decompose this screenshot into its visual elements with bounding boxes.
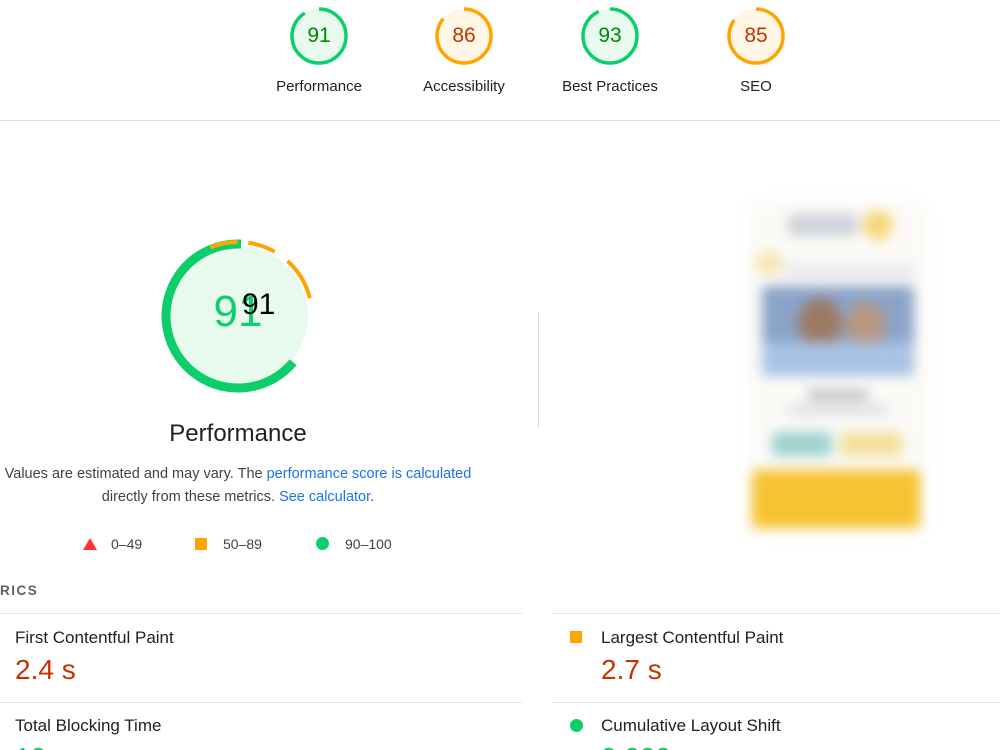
legend-average-label: 50–89 — [223, 536, 262, 552]
page-screenshot-thumbnail[interactable] — [748, 202, 926, 534]
performance-score-overlay: 91 — [242, 288, 276, 321]
gauge-performance-score: 91 — [307, 24, 331, 47]
metric-fcp-title: First Contentful Paint — [15, 628, 174, 647]
metric-lcp-title: Largest Contentful Paint — [601, 628, 784, 647]
metric-rule-right-2 — [552, 702, 1000, 703]
see-calculator-link[interactable]: See calculator — [279, 489, 370, 505]
metric-cls: Cumulative Layout Shift 0.009 — [570, 716, 781, 750]
gauge-accessibility-score: 86 — [452, 24, 476, 47]
metric-tbt-value: 10 ms — [15, 742, 161, 750]
category-scores-bar: 91 Performance 86 Accessibility 93 Best … — [0, 0, 1000, 121]
metrics-section-header: RICS — [0, 583, 39, 598]
fail-triangle-icon — [83, 538, 97, 550]
metric-lcp: Largest Contentful Paint 2.7 s — [570, 628, 784, 686]
metric-cls-value: 0.009 — [601, 742, 781, 750]
gauge-accessibility[interactable]: 86 Accessibility — [404, 6, 524, 95]
legend-pass-label: 90–100 — [345, 536, 392, 552]
desc-text-2: directly from these metrics. — [101, 489, 280, 505]
metric-tbt-title: Total Blocking Time — [15, 716, 162, 735]
legend-fail-label: 0–49 — [111, 536, 143, 552]
gauge-accessibility-label: Accessibility — [423, 78, 505, 95]
gauge-performance-label: Performance — [276, 78, 362, 95]
legend-pass: 90–100 — [316, 536, 392, 552]
metric-cls-title: Cumulative Layout Shift — [601, 716, 781, 735]
desc-text-1: Values are estimated and may vary. The — [4, 466, 267, 482]
metric-rule-left-1 — [0, 613, 522, 614]
metric-lcp-value: 2.7 s — [601, 654, 662, 685]
average-square-icon — [570, 631, 582, 643]
desc-text-end: . — [370, 489, 375, 505]
metric-fcp: First Contentful Paint 2.4 s — [15, 628, 174, 686]
gauge-seo[interactable]: 85 SEO — [696, 6, 816, 95]
legend-fail: 0–49 — [83, 536, 142, 552]
gauge-best-practices-score: 93 — [598, 24, 622, 47]
metric-rule-right-1 — [552, 613, 1000, 614]
performance-description: Values are estimated and may vary. The p… — [0, 463, 496, 509]
performance-score-background: 91 — [213, 287, 263, 336]
average-square-icon — [195, 538, 207, 550]
performance-gauge-large: 91 91 — [160, 238, 316, 394]
legend-average: 50–89 — [195, 536, 262, 552]
performance-title: Performance — [169, 420, 307, 447]
metric-fcp-value: 2.4 s — [15, 654, 76, 685]
gauge-seo-score: 85 — [744, 24, 768, 47]
metric-rule-left-2 — [0, 702, 522, 703]
pass-circle-icon — [570, 719, 583, 732]
vertical-divider — [538, 312, 539, 428]
metric-tbt: Total Blocking Time 10 ms — [15, 716, 161, 750]
gauge-seo-label: SEO — [740, 78, 772, 95]
score-calculated-link[interactable]: performance score is calculated — [267, 466, 472, 482]
gauge-performance[interactable]: 91 Performance — [259, 6, 379, 95]
pass-circle-icon — [316, 537, 329, 550]
gauge-best-practices[interactable]: 93 Best Practices — [550, 6, 670, 95]
gauge-best-practices-label: Best Practices — [562, 78, 658, 95]
